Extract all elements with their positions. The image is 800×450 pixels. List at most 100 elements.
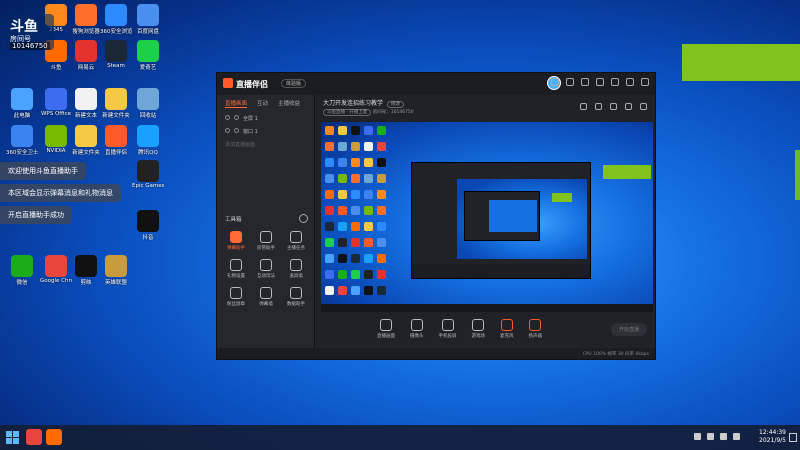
tab-income[interactable]: 主播收益 xyxy=(278,99,300,108)
app-icon xyxy=(45,125,67,147)
wifi-icon[interactable] xyxy=(707,433,714,440)
desktop-shortcut[interactable]: 爱奇艺 xyxy=(132,40,164,71)
toolbox-collapse-icon[interactable] xyxy=(299,214,308,223)
preview-app-icon xyxy=(377,270,386,279)
add-scene-button[interactable]: 添加直播画面 xyxy=(217,138,314,151)
preview-app-icon xyxy=(377,238,386,247)
bell-icon[interactable] xyxy=(625,103,632,110)
shortcut-label: 新建文件夹 xyxy=(102,113,130,119)
tool-item[interactable]: 数据助手 xyxy=(281,287,311,307)
notification-icon[interactable] xyxy=(789,433,797,442)
room-title[interactable]: 大刀开发连招练习教学 xyxy=(323,100,383,107)
tab-interact[interactable]: 互动 xyxy=(257,99,268,108)
source-phone-button[interactable]: 手机投屏 xyxy=(439,319,457,339)
tool-item[interactable]: 弹幕墙 xyxy=(251,287,281,307)
tool-item[interactable]: 弹幕助手 xyxy=(221,231,251,251)
preview-app-icon xyxy=(364,174,373,183)
app-icon xyxy=(75,88,97,110)
source-screen-button[interactable]: 直播画面 xyxy=(377,319,395,339)
source-camera-button[interactable]: 摄像头 xyxy=(410,319,424,339)
title-bar[interactable]: 直播伴侣 体验版 xyxy=(217,73,655,95)
tool-item[interactable]: 粉丝勋章 xyxy=(221,287,251,307)
share-screen-icon[interactable] xyxy=(610,103,617,110)
green-overlay-bar xyxy=(682,44,800,81)
shortcut-label: 网易云 xyxy=(77,65,95,71)
douyu-taskbar-icon[interactable] xyxy=(46,429,62,445)
desktop-shortcut[interactable]: Steam xyxy=(100,40,132,69)
desktop-shortcut[interactable]: 此电脑 xyxy=(6,88,38,119)
room-title-line: 大刀开发连招练习教学 修改 xyxy=(323,98,405,108)
desktop-shortcut[interactable]: 英雄联盟 xyxy=(100,255,132,286)
scene-item[interactable]: 全屏 1 xyxy=(217,112,314,125)
desktop-shortcut[interactable]: 360安全浏览器 xyxy=(100,4,132,35)
lock-icon[interactable] xyxy=(234,128,239,133)
category-pill[interactable]: 斗鱼直播 · 开播上麦 xyxy=(323,109,372,116)
start-button[interactable] xyxy=(6,431,19,444)
minimize-icon[interactable] xyxy=(611,78,619,86)
layout-icon[interactable] xyxy=(580,103,587,110)
start-live-button[interactable]: 开始直播 xyxy=(610,323,647,336)
desktop-shortcut[interactable]: 回收站 xyxy=(132,88,164,119)
preview-app-icon xyxy=(325,286,334,295)
lock-icon[interactable] xyxy=(595,103,602,110)
source-game-button[interactable]: 游戏场 xyxy=(471,319,486,339)
desktop-shortcut[interactable]: 360安全卫士 xyxy=(6,125,38,156)
desktop-shortcut[interactable]: 微信 xyxy=(6,255,38,286)
live-preview[interactable] xyxy=(321,122,653,312)
tool-icon xyxy=(260,231,272,243)
app-icon xyxy=(137,4,159,26)
preview-app-icon xyxy=(338,238,347,247)
shortcut-label: 直播伴侣 xyxy=(104,150,127,156)
edit-title-button[interactable]: 修改 xyxy=(387,101,405,108)
source-label: 游戏场 xyxy=(471,334,486,339)
speaker-button[interactable]: 扬声器 xyxy=(529,319,542,339)
maximize-icon[interactable] xyxy=(626,78,634,86)
preview-app-icon xyxy=(338,158,347,167)
desktop-shortcut[interactable]: 抖音 xyxy=(132,210,164,241)
input-method-icon[interactable] xyxy=(733,433,740,440)
shortcut-label: Steam xyxy=(107,63,125,69)
desktop-shortcut[interactable]: 新建文件夹 xyxy=(100,88,132,119)
desktop-shortcut[interactable]: 腾讯QQ xyxy=(132,125,164,156)
system-clock[interactable]: 12:44:39 2021/9/5 xyxy=(759,429,786,445)
desktop-shortcut[interactable]: 剪映 xyxy=(70,255,102,286)
settings-icon[interactable] xyxy=(551,78,559,86)
desktop-shortcut[interactable]: 直播伴侣 xyxy=(100,125,132,156)
desktop-shortcut[interactable]: Google Chrome xyxy=(40,255,72,284)
left-tabs: 直播画面 互动 主播收益 xyxy=(217,95,314,112)
desktop-shortcut[interactable]: 新建文本 xyxy=(70,88,102,119)
preview-app-icon xyxy=(325,174,334,183)
tool-item[interactable]: 房管助手 xyxy=(251,231,281,251)
menu-icon[interactable] xyxy=(596,78,604,86)
tab-scenes[interactable]: 直播画面 xyxy=(225,99,248,108)
desktop-shortcut[interactable]: WPS Office xyxy=(40,88,72,117)
desktop-shortcut[interactable]: 百度网盘 xyxy=(132,4,164,35)
app-tray-icon[interactable] xyxy=(694,433,701,440)
microphone-button[interactable]: 麦克风 xyxy=(500,319,514,339)
tool-item[interactable]: 礼物设置 xyxy=(221,259,251,279)
nested-green-bar xyxy=(552,193,572,202)
eye-icon[interactable] xyxy=(225,115,230,120)
close-icon[interactable] xyxy=(641,78,649,86)
tool-item[interactable]: 互动玩法 xyxy=(251,259,281,279)
desktop-shortcut[interactable]: NVIDIA xyxy=(40,125,72,154)
lock-icon[interactable] xyxy=(234,115,239,120)
desktop-shortcut[interactable]: 搜狗浏览器 xyxy=(70,4,102,35)
app-name: 直播伴侣 xyxy=(236,80,268,89)
chrome-taskbar-icon[interactable] xyxy=(26,429,42,445)
desktop-shortcut[interactable]: 新建文件夹 xyxy=(70,125,102,156)
app-brand: 直播伴侣 xyxy=(223,78,268,90)
app-icon xyxy=(137,40,159,62)
eye-icon[interactable] xyxy=(225,128,230,133)
message-icon[interactable] xyxy=(581,78,589,86)
preview-app-icon xyxy=(338,222,347,231)
preview-app-icon xyxy=(351,286,360,295)
scene-item[interactable]: 窗口 1 xyxy=(217,125,314,138)
share-icon[interactable] xyxy=(640,103,647,110)
skin-icon[interactable] xyxy=(566,78,574,86)
tool-item[interactable]: 主播任务 xyxy=(281,231,311,251)
desktop-shortcut[interactable]: Epic Games xyxy=(132,160,164,189)
volume-icon[interactable] xyxy=(720,433,727,440)
tool-item[interactable]: 道具墙 xyxy=(281,259,311,279)
desktop-shortcut[interactable]: 网易云 xyxy=(70,40,102,71)
